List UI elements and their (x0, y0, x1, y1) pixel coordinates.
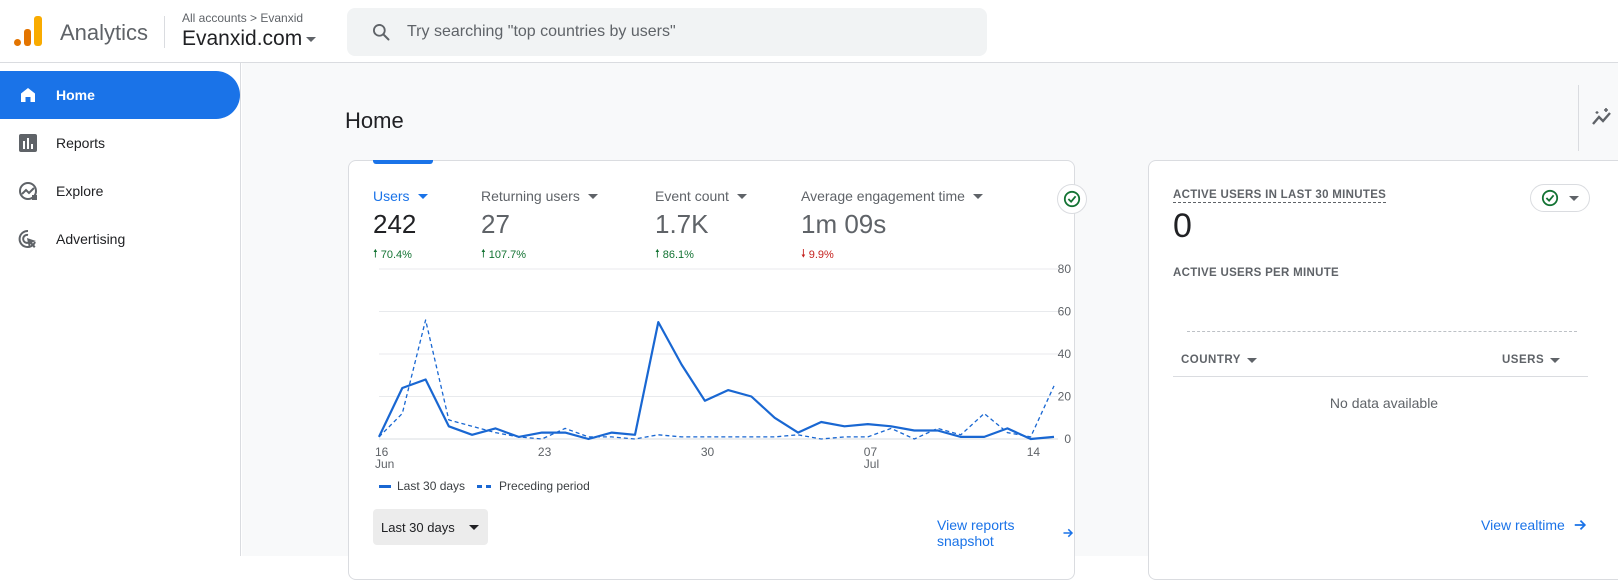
breadcrumb[interactable]: All accounts > Evanxid (182, 11, 303, 25)
y-tick-label: 60 (1058, 305, 1072, 319)
search-icon (373, 24, 390, 41)
legend-label: Preceding period (499, 479, 590, 493)
chevron-down-icon (1550, 357, 1561, 363)
view-realtime-link[interactable]: View realtime (1481, 517, 1587, 533)
insights-icon[interactable] (1590, 105, 1614, 129)
overview-card: Users 242 🠕 70.4% Returning users 27 🠕 107… (348, 160, 1087, 580)
metric-returning-users[interactable]: Returning users 27 🠕 107.7% (481, 188, 598, 264)
link-label: View realtime (1481, 517, 1565, 533)
main-content: Home Users 242 🠕 70.4% Returning users 27… (242, 63, 1618, 580)
series-line-preceding-period (378, 319, 1055, 440)
sidebar-item-label: Home (56, 87, 95, 103)
y-tick-label: 40 (1058, 347, 1072, 361)
y-tick-label: 80 (1058, 262, 1072, 276)
per-minute-chart-baseline (1187, 331, 1577, 332)
advertising-icon (18, 229, 36, 248)
metric-value: 1m 09s (801, 209, 887, 239)
bar-chart-icon (19, 134, 37, 152)
metric-label: Event count (655, 188, 729, 204)
realtime-value: 0 (1173, 207, 1192, 245)
divider (1578, 85, 1579, 151)
realtime-quality-dropdown[interactable] (1530, 184, 1590, 212)
sidebar-item-label: Advertising (56, 231, 126, 247)
chevron-down-icon (417, 193, 428, 199)
users-line-chart: 02040608016Jun23 30 07Jul14 (375, 262, 1072, 471)
chevron-down-icon (587, 193, 598, 199)
series-line-last-30-days (378, 320, 1055, 441)
view-reports-snapshot-link[interactable]: View reports snapshot (937, 517, 1074, 549)
metric-event-count[interactable]: Event count 1.7K 🠕 86.1% (655, 188, 747, 264)
x-tick-label: 23 (538, 445, 552, 459)
chevron-down-icon (736, 193, 747, 199)
chevron-down-icon (468, 524, 479, 530)
check-circle-icon (1541, 189, 1559, 207)
x-tick-sublabel: Jun (375, 457, 394, 471)
sidebar-item-reports[interactable]: Reports (0, 119, 240, 167)
column-header-country[interactable]: COUNTRY (1181, 354, 1257, 366)
metric-label: Average engagement time (801, 188, 965, 204)
top-bar: Analytics All accounts > Evanxid Evanxid… (0, 0, 1618, 63)
sidebar-item-label: Explore (56, 183, 104, 199)
metric-value: 1.7K (655, 209, 709, 239)
analytics-logo[interactable] (14, 16, 42, 46)
sidebar-item-label: Reports (56, 135, 106, 151)
realtime-card: ACTIVE USERS IN LAST 30 MINUTES 0 ACTIVE… (1148, 160, 1618, 580)
x-tick-label: 30 (701, 445, 715, 459)
chevron-down-icon (1246, 357, 1257, 363)
metric-value: 27 (481, 209, 510, 239)
chevron-down-icon (1569, 195, 1579, 201)
app-name: Analytics (60, 20, 149, 45)
realtime-title[interactable]: ACTIVE USERS IN LAST 30 MINUTES (1173, 189, 1387, 203)
sidebar-item-home[interactable]: Home (0, 71, 240, 119)
chart-legend: Last 30 days Preceding period (379, 479, 590, 493)
column-label: USERS (1502, 354, 1545, 366)
legend-solid-swatch (379, 484, 391, 488)
sidebar-item-advertising[interactable]: Advertising (0, 215, 240, 263)
arrow-right-icon (1574, 520, 1586, 530)
metric-label: Returning users (481, 188, 580, 204)
property-name: Evanxid.com (182, 27, 303, 50)
chevron-down-icon (972, 193, 983, 199)
realtime-subtitle: ACTIVE USERS PER MINUTE (1173, 267, 1340, 279)
empty-state: No data available (1329, 395, 1439, 411)
column-header-users[interactable]: USERS (1502, 354, 1561, 366)
x-tick-sublabel: Jul (864, 457, 879, 471)
page-title: Home (345, 108, 404, 133)
sidebar-item-explore[interactable]: Explore (0, 167, 240, 215)
check-circle-icon (1063, 190, 1081, 208)
metric-users[interactable]: Users 242 🠕 70.4% (373, 188, 428, 264)
metric-avg-engagement-time[interactable]: Average engagement time 1m 09s 🠗 9.9% (801, 188, 983, 264)
y-tick-label: 20 (1058, 390, 1072, 404)
y-tick-label: 0 (1064, 432, 1071, 446)
column-label: COUNTRY (1181, 354, 1241, 366)
chevron-down-icon (306, 36, 317, 42)
search-bar[interactable] (347, 8, 987, 56)
divider (164, 16, 165, 48)
x-tick-label: 14 (1027, 445, 1041, 459)
date-range-dropdown[interactable]: Last 30 days (373, 509, 488, 545)
metric-value: 242 (373, 209, 417, 239)
data-quality-button[interactable] (1057, 184, 1087, 214)
search-input[interactable] (407, 23, 967, 41)
metric-label: Users (373, 188, 410, 204)
property-selector[interactable]: Evanxid.com (182, 27, 317, 51)
home-icon (21, 88, 35, 102)
explore-icon (19, 182, 37, 200)
legend-label: Last 30 days (397, 479, 466, 493)
link-label: View reports snapshot (937, 517, 1015, 549)
legend-dashed-swatch (477, 484, 494, 488)
sidebar: Home Reports Explore Advertising (0, 63, 241, 556)
divider (1173, 376, 1588, 377)
date-range-label: Last 30 days (381, 519, 455, 535)
arrow-right-icon (1063, 528, 1074, 538)
